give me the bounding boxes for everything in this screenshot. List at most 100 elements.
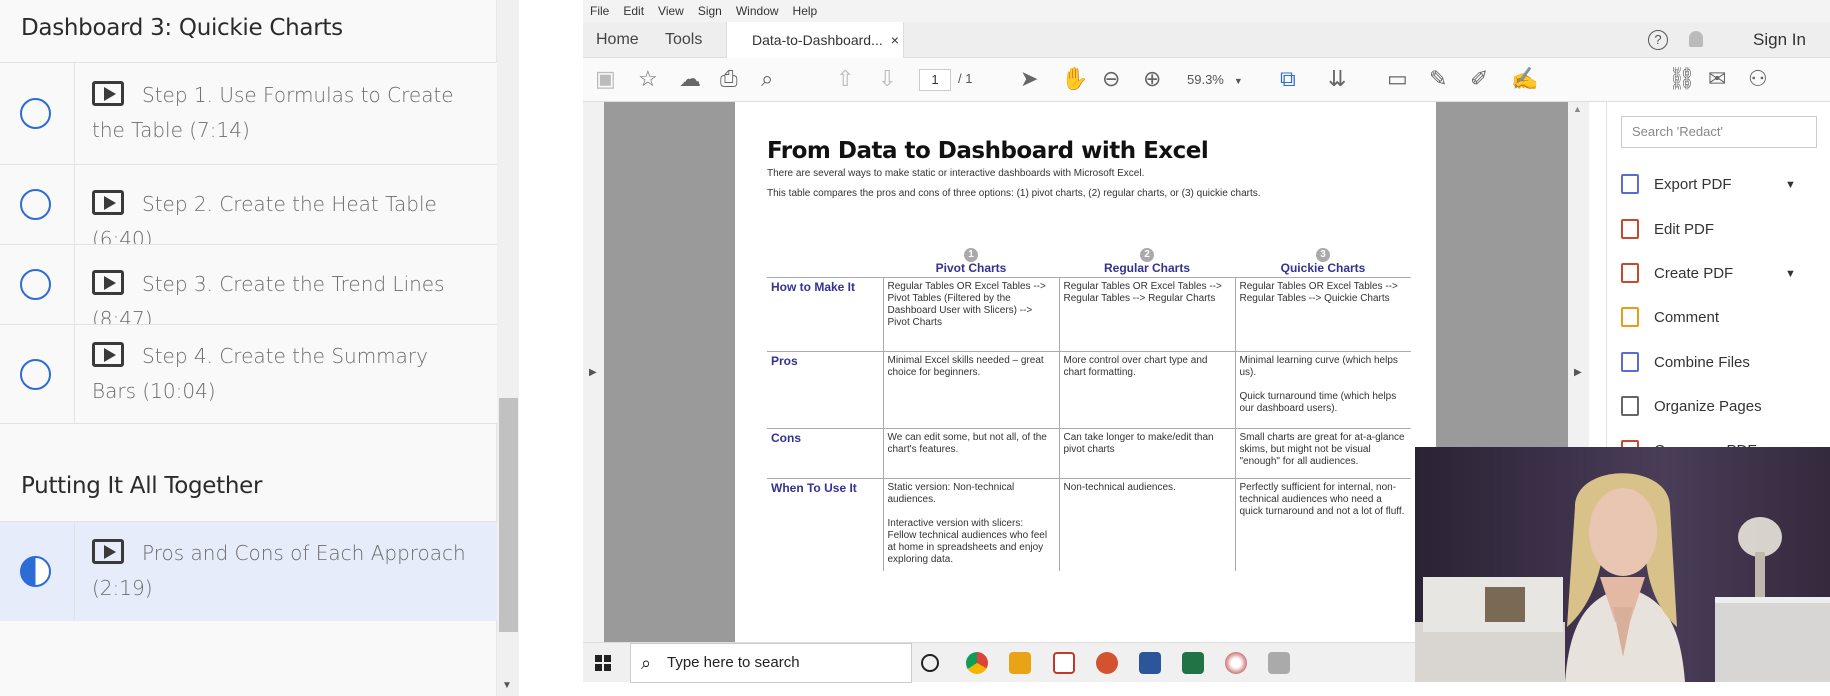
- taskbar-search[interactable]: ⌕ Type here to search: [630, 643, 912, 683]
- column-number: 1: [964, 248, 978, 262]
- recorder-icon[interactable]: [1225, 652, 1247, 674]
- table-cell: Regular Tables OR Excel Tables --> Regul…: [1234, 277, 1411, 352]
- column-number: 3: [1316, 248, 1330, 262]
- lesson-item[interactable]: Step 1. Use Formulas to Create the Table…: [0, 62, 497, 164]
- scroll-mode-icon[interactable]: ⇊: [1328, 68, 1346, 90]
- tab-document[interactable]: Data-to-Dashboard... ×: [726, 22, 904, 59]
- column-name: Pivot Charts: [935, 261, 1007, 275]
- print-icon[interactable]: ⎙: [720, 68, 738, 90]
- word-icon[interactable]: [1139, 652, 1161, 674]
- tool-edit-pdf[interactable]: Edit PDF: [1621, 219, 1714, 241]
- expand-right-icon[interactable]: ▶: [1574, 367, 1582, 378]
- table-cell: Small charts are great for at-a-glance s…: [1234, 428, 1411, 479]
- in-progress-circle-icon[interactable]: [20, 556, 51, 587]
- fit-page-icon[interactable]: ⧉: [1280, 68, 1296, 90]
- save-icon[interactable]: ▣: [595, 68, 616, 90]
- next-page-icon[interactable]: ⇩: [878, 68, 896, 90]
- row-label: When To Use It: [767, 478, 883, 571]
- tool-comment[interactable]: Comment: [1621, 307, 1719, 329]
- tool-export-pdf[interactable]: Export PDF ▼: [1621, 174, 1796, 196]
- upload-cloud-icon[interactable]: ☁: [679, 68, 701, 90]
- share-link-icon[interactable]: ⛓: [1668, 68, 1696, 90]
- menu-edit[interactable]: Edit: [623, 0, 644, 22]
- bell-icon[interactable]: [1689, 31, 1703, 47]
- pdf-intro: There are several ways to make static or…: [767, 168, 1145, 179]
- hand-tool-icon[interactable]: ✋: [1061, 68, 1088, 90]
- lesson-title: Step 3. Create the Trend Lines (8:47): [92, 272, 445, 331]
- windows-start-icon[interactable]: [595, 655, 611, 671]
- previous-page-icon[interactable]: ⇧: [836, 68, 854, 90]
- tab-bar: Home Tools Data-to-Dashboard... × ? Sign …: [583, 22, 1830, 59]
- excel-icon[interactable]: [1182, 652, 1204, 674]
- incomplete-circle-icon[interactable]: [20, 189, 51, 220]
- chevron-down-icon[interactable]: ▼: [1785, 263, 1796, 285]
- highlight-pen-icon[interactable]: ✎: [1429, 68, 1447, 90]
- menu-help[interactable]: Help: [793, 0, 818, 22]
- table-cell: Regular Tables OR Excel Tables --> Pivot…: [882, 277, 1059, 352]
- chevron-down-icon[interactable]: ▼: [1785, 174, 1796, 196]
- menu-sign[interactable]: Sign: [698, 0, 722, 22]
- lesson-title: Pros and Cons of Each Approach (2:19): [92, 541, 466, 600]
- menu-window[interactable]: Window: [736, 0, 779, 22]
- bookmark-star-icon[interactable]: ☆: [638, 68, 658, 90]
- app-icon[interactable]: [1268, 652, 1290, 674]
- edit-text-icon[interactable]: ✍: [1511, 68, 1538, 90]
- tool-organize-pages[interactable]: Organize Pages: [1621, 396, 1762, 418]
- zoom-out-icon[interactable]: ⊖: [1102, 68, 1120, 90]
- table-cell: Minimal Excel skills needed – great choi…: [882, 351, 1059, 429]
- add-user-icon[interactable]: ⚇: [1748, 68, 1768, 90]
- pdf-title: From Data to Dashboard with Excel: [767, 138, 1209, 164]
- lesson-item[interactable]: Step 4. Create the Summary Bars (10:04): [0, 324, 497, 424]
- table-cell: Minimal learning curve (which helps us).…: [1234, 351, 1411, 429]
- webcam-video: [1415, 447, 1830, 682]
- select-cursor-icon[interactable]: ➤: [1020, 68, 1038, 90]
- powerpoint-icon[interactable]: [1096, 652, 1118, 674]
- close-tab-icon[interactable]: ×: [891, 32, 899, 48]
- table-cell: Non-technical audiences.: [1058, 478, 1235, 571]
- sidebar-scrollbar-thumb[interactable]: [499, 398, 518, 632]
- chrome-icon[interactable]: [966, 652, 988, 674]
- table-cell: Regular Tables OR Excel Tables --> Regul…: [1058, 277, 1235, 352]
- help-icon[interactable]: ?: [1648, 30, 1668, 50]
- pdf-page: From Data to Dashboard with Excel There …: [735, 102, 1436, 642]
- lesson-item[interactable]: Step 2. Create the Heat Table (6:40): [0, 164, 497, 251]
- tool-label: Export PDF: [1654, 176, 1732, 193]
- edit-pdf-icon: [1621, 219, 1639, 239]
- combine-files-icon: [1621, 352, 1639, 372]
- incomplete-circle-icon[interactable]: [20, 359, 51, 390]
- page-number-input[interactable]: 1: [919, 69, 951, 91]
- table-cell: Static version: Non-technical audiences.…: [882, 478, 1059, 571]
- scroll-up-arrow-icon[interactable]: ▲: [1573, 104, 1582, 114]
- lesson-item-active[interactable]: Pros and Cons of Each Approach (2:19): [0, 521, 497, 621]
- pdf-intro: This table compares the pros and cons of…: [767, 188, 1261, 199]
- comparison-table: 1 Pivot Charts 2 Regular Charts 3 Quickie C…: [767, 247, 1411, 571]
- expand-left-icon[interactable]: ▶: [589, 367, 597, 378]
- menu-file[interactable]: File: [590, 0, 609, 22]
- menu-view[interactable]: View: [658, 0, 684, 22]
- tab-tools[interactable]: Tools: [665, 22, 702, 58]
- incomplete-circle-icon[interactable]: [20, 269, 51, 300]
- snipping-tool-icon[interactable]: [1053, 652, 1075, 674]
- incomplete-circle-icon[interactable]: [20, 98, 51, 129]
- menu-bar: File Edit View Sign Window Help: [583, 0, 1830, 22]
- tools-search-input[interactable]: Search 'Redact': [1621, 116, 1817, 148]
- email-icon[interactable]: ✉: [1708, 68, 1726, 90]
- left-panel-toggle[interactable]: ▶: [583, 102, 604, 642]
- file-explorer-icon[interactable]: [1009, 652, 1031, 674]
- cortana-icon[interactable]: [921, 654, 939, 672]
- zoom-in-icon[interactable]: ⊕: [1143, 68, 1161, 90]
- tool-combine-files[interactable]: Combine Files: [1621, 352, 1750, 374]
- tool-create-pdf[interactable]: Create PDF ▼: [1621, 263, 1796, 285]
- find-icon[interactable]: ⌕: [761, 68, 773, 90]
- scroll-down-arrow-icon[interactable]: ▼: [502, 680, 512, 691]
- play-video-icon: [92, 190, 124, 215]
- zoom-level-select[interactable]: 59.3% ▼: [1187, 69, 1257, 91]
- presenter-image: [1415, 473, 1830, 682]
- search-icon: ⌕: [641, 653, 652, 673]
- draw-icon[interactable]: ✐: [1470, 68, 1488, 90]
- tab-home[interactable]: Home: [596, 22, 639, 58]
- export-pdf-icon: [1621, 174, 1639, 194]
- sign-in-button[interactable]: Sign In: [1753, 22, 1806, 58]
- comment-icon[interactable]: ▭: [1387, 68, 1408, 90]
- lesson-item[interactable]: Step 3. Create the Trend Lines (8:47): [0, 244, 497, 331]
